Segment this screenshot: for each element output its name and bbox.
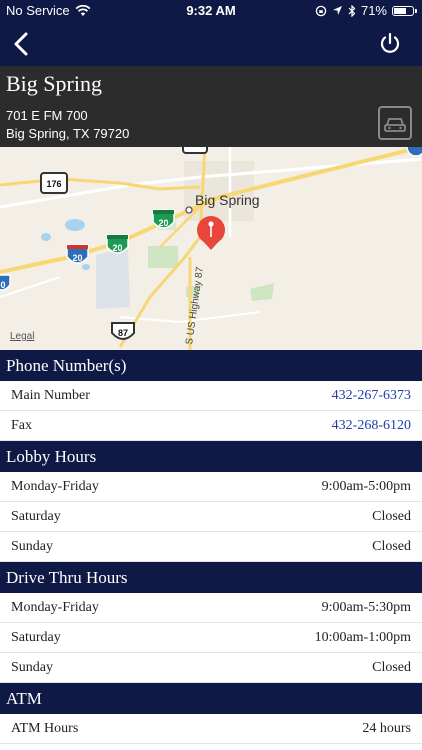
row-lobby-saturday: Saturday Closed	[0, 502, 422, 532]
battery-fill	[394, 7, 406, 14]
row-value: Closed	[372, 509, 411, 524]
back-button[interactable]	[8, 28, 36, 60]
row-value: Closed	[372, 539, 411, 554]
section-header-drive-thru: Drive Thru Hours	[0, 562, 422, 593]
battery-percent: 71%	[360, 3, 387, 18]
row-label: Sunday	[11, 539, 53, 554]
row-label: Fax	[11, 418, 32, 433]
row-value: 9:00am-5:00pm	[321, 479, 411, 494]
branch-details: Phone Number(s) Main Number 432-267-6373…	[0, 350, 422, 744]
map-canvas: 176 20 20 20 87 0 Big Spring S US Highwa…	[0, 147, 422, 350]
svg-text:87: 87	[118, 328, 128, 338]
map-shield-us87: 87	[111, 322, 135, 340]
row-main-number[interactable]: Main Number 432-267-6373	[0, 381, 422, 411]
battery-icon	[392, 5, 417, 16]
branch-address-line1: 701 E FM 700	[6, 108, 88, 123]
row-drive-weekdays: Monday-Friday 9:00am-5:30pm	[0, 593, 422, 623]
fax-number-link[interactable]: 432-268-6120	[332, 411, 411, 440]
row-label: Saturday	[11, 630, 61, 645]
row-value: 10:00am-1:00pm	[314, 630, 411, 645]
map-shield-i20-mid: 20	[106, 234, 129, 254]
row-value: 9:00am-5:30pm	[321, 600, 411, 615]
map-view[interactable]: 176 20 20 20 87 0 Big Spring S US Highwa…	[0, 147, 422, 350]
top-bar: No Service 9:32 AM 71%	[0, 0, 422, 66]
map-shield-176: 176	[40, 172, 68, 194]
svg-text:20: 20	[158, 218, 168, 228]
row-label: Saturday	[11, 509, 61, 524]
row-drive-sunday: Sunday Closed	[0, 653, 422, 683]
row-drive-saturday: Saturday 10:00am-1:00pm	[0, 623, 422, 653]
map-shield-i20-left: 20	[66, 244, 89, 264]
row-atm-hours: ATM Hours 24 hours	[0, 714, 422, 744]
row-label: Main Number	[11, 388, 90, 403]
svg-text:20: 20	[72, 253, 82, 263]
row-lobby-sunday: Sunday Closed	[0, 532, 422, 562]
logout-button[interactable]	[378, 31, 402, 57]
branch-header: Big Spring 701 E FM 700 Big Spring, TX 7…	[0, 66, 422, 147]
directions-button[interactable]	[378, 106, 412, 140]
status-bar: No Service 9:32 AM 71%	[0, 0, 422, 22]
row-label: Sunday	[11, 660, 53, 675]
row-value: 24 hours	[362, 721, 411, 736]
map-legal-link[interactable]: Legal	[10, 331, 34, 342]
location-icon	[332, 6, 342, 15]
map-shield-i20-top: 20	[152, 209, 175, 229]
rotation-lock-icon	[315, 5, 327, 16]
svg-text:0: 0	[0, 280, 5, 290]
chevron-left-icon	[14, 32, 28, 56]
map-shield-top-partial	[182, 147, 208, 154]
branch-name: Big Spring	[6, 71, 102, 96]
row-value: Closed	[372, 660, 411, 675]
row-label: Monday-Friday	[11, 600, 99, 615]
bluetooth-icon	[348, 4, 356, 17]
power-icon	[380, 32, 400, 53]
row-label: Monday-Friday	[11, 479, 99, 494]
row-fax[interactable]: Fax 432-268-6120	[0, 411, 422, 441]
branch-address-line2: Big Spring, TX 79720	[6, 126, 130, 141]
map-city-label: Big Spring	[195, 192, 260, 208]
svg-text:176: 176	[46, 179, 61, 189]
section-header-lobby: Lobby Hours	[0, 441, 422, 472]
row-label: ATM Hours	[11, 721, 79, 736]
section-header-phone: Phone Number(s)	[0, 350, 422, 381]
main-number-link[interactable]: 432-267-6373	[332, 381, 411, 410]
svg-text:20: 20	[112, 243, 122, 253]
city-marker	[185, 206, 193, 214]
row-lobby-weekdays: Monday-Friday 9:00am-5:00pm	[0, 472, 422, 502]
section-header-atm: ATM	[0, 683, 422, 714]
car-icon	[384, 118, 406, 132]
